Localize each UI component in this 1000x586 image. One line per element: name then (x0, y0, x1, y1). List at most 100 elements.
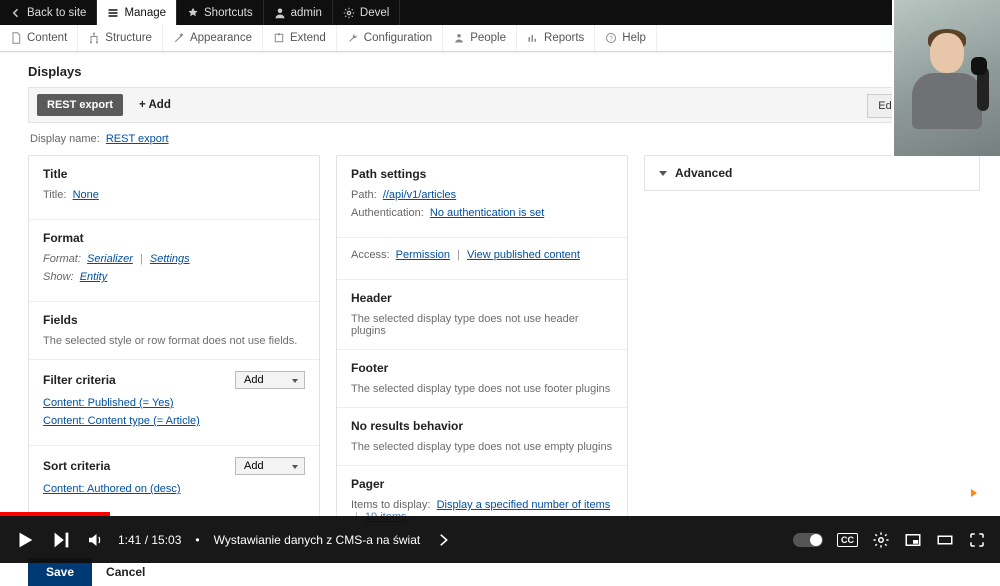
star-icon (187, 7, 199, 19)
column-right: Advanced (644, 155, 980, 542)
theater-icon[interactable] (936, 531, 954, 549)
miniplayer-icon[interactable] (904, 531, 922, 549)
menu-extend-label: Extend (290, 32, 326, 44)
column-middle: Path settings Path: //api/v1/articles Au… (336, 155, 628, 542)
admin-user[interactable]: admin (264, 0, 333, 25)
hamburger-icon (107, 7, 119, 19)
show-entity-link[interactable]: Entity (80, 271, 108, 283)
people-icon (453, 32, 465, 44)
manage-label: Manage (124, 7, 166, 19)
wand-icon (173, 32, 185, 44)
captions-button[interactable]: CC (837, 533, 858, 547)
section-access: Access: Permission | View published cont… (337, 238, 627, 280)
svg-text:?: ? (610, 36, 614, 42)
admin-toolbar: Back to site Manage Shortcuts admin Deve… (0, 0, 1000, 25)
footer-note: The selected display type does not use f… (351, 383, 613, 395)
shortcuts-tab[interactable]: Shortcuts (177, 0, 264, 25)
settings-gear-icon[interactable] (872, 531, 890, 549)
filter-content-type-link[interactable]: Content: Content type (= Article) (43, 415, 200, 427)
video-title[interactable]: Wystawianie danych z CMS-a na świat (214, 533, 421, 547)
add-display-button[interactable]: + Add (131, 94, 179, 116)
section-path: Path settings Path: //api/v1/articles Au… (337, 156, 627, 238)
menu-reports[interactable]: Reports (517, 25, 595, 51)
menu-extend[interactable]: Extend (263, 25, 337, 51)
pager-link-1[interactable]: Display a specified number of items (437, 499, 611, 511)
section-fields: Fields The selected style or row format … (29, 302, 319, 360)
sort-authored-link[interactable]: Content: Authored on (desc) (43, 483, 181, 495)
menu-people-label: People (470, 32, 506, 44)
menu-appearance[interactable]: Appearance (163, 25, 263, 51)
path-heading: Path settings (351, 167, 613, 181)
menu-structure[interactable]: Structure (78, 25, 163, 51)
path-link[interactable]: //api/v1/articles (383, 189, 456, 201)
presenter-webcam (892, 0, 1000, 156)
tree-icon (88, 32, 100, 44)
advanced-toggle[interactable]: Advanced (644, 155, 980, 191)
shortcuts-label: Shortcuts (204, 7, 253, 19)
header-heading: Header (351, 291, 613, 305)
sort-add-button[interactable]: Add (235, 457, 305, 475)
cancel-button[interactable]: Cancel (106, 565, 145, 579)
menu-appearance-label: Appearance (190, 32, 252, 44)
arrow-left-icon (10, 7, 22, 19)
column-left: Title Title: None Format Format: Seriali… (28, 155, 320, 542)
chevron-down-icon (659, 171, 667, 176)
devel-label: Devel (360, 7, 389, 19)
filter-add-button[interactable]: Add (235, 371, 305, 389)
nores-note: The selected display type does not use e… (351, 441, 613, 453)
volume-icon[interactable] (86, 531, 104, 549)
section-filter: Filter criteria Add Content: Published (… (29, 360, 319, 446)
autoplay-toggle[interactable] (793, 533, 823, 547)
gear-icon (343, 7, 355, 19)
menu-people[interactable]: People (443, 25, 517, 51)
display-tabs: REST export + Add Edit view name/d (28, 87, 980, 123)
fields-heading: Fields (43, 313, 305, 327)
menu-content-label: Content (27, 32, 67, 44)
format-settings-link[interactable]: Settings (150, 253, 190, 265)
display-name-row: Display name: REST export View REST e (28, 123, 980, 155)
manage-tab[interactable]: Manage (97, 0, 177, 25)
menu-config-label: Configuration (364, 32, 432, 44)
pager-heading: Pager (351, 477, 613, 491)
menu-help-label: Help (622, 32, 646, 44)
section-header: Header The selected display type does no… (337, 280, 627, 350)
footer-heading: Footer (351, 361, 613, 375)
auth-link[interactable]: No authentication is set (430, 207, 544, 219)
advanced-label: Advanced (675, 166, 732, 180)
section-noresults: No results behavior The selected display… (337, 408, 627, 466)
access-label: Access: (351, 249, 390, 261)
microphone-icon (977, 67, 989, 111)
chevron-right-icon[interactable] (434, 531, 452, 549)
tab-rest-export[interactable]: REST export (37, 94, 123, 116)
puzzle-icon (273, 32, 285, 44)
fullscreen-icon[interactable] (968, 531, 986, 549)
video-controls: 1:41 / 15:03 • Wystawianie danych z CMS-… (0, 516, 1000, 563)
format-serializer-link[interactable]: Serializer (87, 253, 133, 265)
user-icon (274, 7, 286, 19)
presenter-figure (911, 27, 983, 147)
devel-tab[interactable]: Devel (333, 0, 400, 25)
access-view-link[interactable]: View published content (467, 249, 580, 261)
bullet: • (195, 533, 199, 547)
sort-heading: Sort criteria (43, 459, 110, 473)
title-link[interactable]: None (73, 189, 99, 201)
channel-logo-icon (960, 483, 986, 503)
menu-configuration[interactable]: Configuration (337, 25, 443, 51)
back-to-site[interactable]: Back to site (0, 0, 97, 25)
settings-columns: Title Title: None Format Format: Seriali… (28, 155, 980, 542)
play-icon[interactable] (14, 529, 36, 551)
display-name-link[interactable]: REST export (106, 133, 169, 145)
access-permission-link[interactable]: Permission (396, 249, 450, 261)
menu-content[interactable]: Content (0, 25, 78, 51)
show-label: Show: (43, 271, 74, 283)
format-heading: Format (43, 231, 305, 245)
filter-published-link[interactable]: Content: Published (= Yes) (43, 397, 174, 409)
help-icon: ? (605, 32, 617, 44)
pipe: | (136, 253, 147, 265)
section-title: Title Title: None (29, 156, 319, 220)
next-icon[interactable] (50, 529, 72, 551)
menu-reports-label: Reports (544, 32, 584, 44)
admin-menu: Content Structure Appearance Extend Conf… (0, 25, 1000, 52)
title-heading: Title (43, 167, 305, 181)
menu-help[interactable]: ? Help (595, 25, 657, 51)
